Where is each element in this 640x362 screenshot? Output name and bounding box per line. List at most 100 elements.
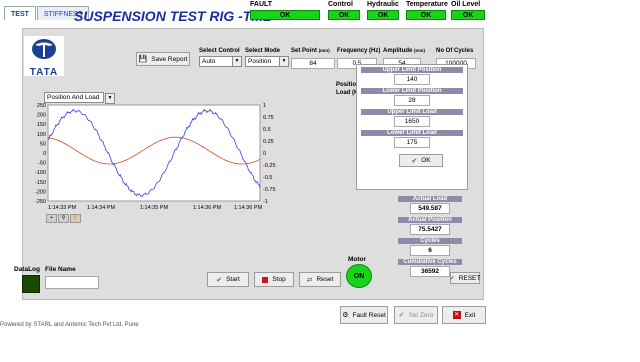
y-left-tick-label: 150	[37, 122, 46, 128]
actual-load-value: 549.587	[410, 203, 450, 214]
position-load-chart: 250 200 150 100 50 0 -50 -100 -150 -200 -250 1 0.75…	[35, 103, 276, 211]
pan-icon[interactable]: ✋	[70, 214, 81, 223]
y-right-tick-label: -0.25	[263, 163, 276, 169]
cumulative-cycles-label: Cumulative Cycles	[398, 259, 462, 265]
temperature-status: Temperature OK	[406, 1, 448, 20]
x-tick-label: 1:14:36 PM	[193, 205, 222, 211]
checkmark-icon: ✔	[216, 276, 223, 284]
cycles-value: 6	[410, 245, 450, 256]
cycles-setting-label: No Of Cycles	[436, 48, 474, 54]
set-point-field[interactable]: 84	[291, 58, 335, 69]
x-tick-label: 1:14:35 PM	[140, 205, 169, 211]
select-mode-dropdown[interactable]: Position ▼	[245, 56, 289, 67]
motor-label: Motor	[348, 256, 367, 263]
actual-load-label: Actual Load	[398, 196, 462, 202]
y-left-tick-label: -100	[35, 170, 46, 176]
y-left-tick-label: -50	[38, 161, 46, 167]
lower-load-label: Lower Limit Load	[361, 130, 463, 136]
y-right-tick-label: 1	[263, 103, 266, 109]
cumulative-cycles-value: 36592	[410, 266, 450, 277]
stop-icon	[262, 276, 269, 283]
start-button[interactable]: ✔ Start	[207, 272, 249, 287]
tata-emblem-icon	[32, 39, 56, 59]
amplitude-label: Amplitude (mm)	[383, 48, 425, 54]
y-right-tick-label: 0.25	[263, 139, 274, 145]
stop-button[interactable]: Stop	[254, 272, 294, 287]
exit-button[interactable]: ✕ Exit	[442, 306, 486, 324]
cycles-reset-button[interactable]: ✔ RESET	[450, 272, 480, 284]
upper-load-label: Upper Limit Load	[361, 109, 463, 115]
logo-text: TATA	[29, 67, 59, 78]
select-control-value: Auto	[202, 58, 216, 65]
reset-icon: ⇄	[306, 276, 313, 284]
checkmark-icon: ✔	[411, 157, 418, 165]
upper-position-field[interactable]: 140	[394, 74, 430, 85]
limits-ok-button[interactable]: ✔ OK	[399, 154, 443, 167]
actual-position-label: Actual Position	[398, 217, 462, 223]
set-zero-button[interactable]: ✔ Set Zero	[394, 306, 438, 324]
lower-position-field[interactable]: 28	[394, 95, 430, 106]
exit-label: Exit	[464, 311, 476, 319]
checkmark-icon: ✔	[449, 275, 455, 282]
y-right-tick-label: 0.75	[263, 115, 274, 121]
x-axis: 1:14:33 PM 1:14:34 PM 1:14:35 PM 1:14:36 PM…	[48, 205, 262, 211]
frequency-label: Frequency (Hz)	[337, 48, 381, 54]
temperature-indicator: OK	[406, 10, 446, 20]
close-icon: ✕	[452, 311, 461, 319]
actuals-panel: Actual Load 549.587 Actual Position 75.5…	[390, 196, 470, 279]
save-report-button[interactable]: 💾 Save Report	[136, 52, 190, 66]
hydraulic-label: Hydraulic	[367, 1, 399, 8]
lower-load-field[interactable]: 175	[394, 137, 430, 148]
fault-reset-icon: ⚙	[342, 312, 349, 319]
oil-level-status: Oil Level OK	[451, 1, 485, 20]
lower-position-label: Lower Limit Position	[361, 88, 463, 94]
start-label: Start	[226, 276, 240, 283]
y-right-tick-label: -1	[263, 199, 268, 205]
y-right-axis: 1 0.75 0.5 0.25 0 -0.25 -0.5 -0.75 -1	[263, 103, 276, 205]
temperature-label: Temperature	[406, 1, 448, 8]
x-tick-label: 1:14:33 PM	[48, 205, 77, 211]
y-right-tick-label: -0.5	[263, 175, 272, 181]
reset-label: Reset	[316, 276, 334, 283]
select-control-label: Select Control	[199, 48, 240, 54]
tab-test[interactable]: TEST	[4, 6, 36, 20]
upper-load-field[interactable]: 1650	[394, 116, 430, 127]
y-left-tick-label: -150	[35, 180, 46, 186]
cycles-reset-label: RESET	[458, 274, 481, 282]
actual-position-value: 75.5427	[410, 224, 450, 235]
crosshair-icon[interactable]: +	[46, 214, 57, 223]
hydraulic-indicator: OK	[367, 10, 399, 20]
fault-reset-label: Fault Reset	[352, 311, 386, 319]
y-left-tick-label: 0	[43, 151, 46, 157]
oil-level-indicator: OK	[451, 10, 485, 20]
limits-ok-label: OK	[421, 157, 431, 164]
y-left-tick-label: -250	[35, 199, 46, 205]
zoom-icon[interactable]: ⚲	[58, 214, 69, 223]
chart-toolbar: + ⚲ ✋	[46, 214, 81, 223]
fault-label: FAULT	[250, 1, 273, 8]
oil-level-label: Oil Level	[451, 1, 481, 8]
y-left-tick-label: -200	[35, 189, 46, 195]
datalog-label: DataLog	[14, 266, 40, 273]
set-zero-label: Set Zero	[408, 311, 434, 319]
y-right-tick-label: 0.5	[263, 127, 271, 133]
file-name-input[interactable]	[45, 276, 99, 289]
set-zero-icon: ✔	[398, 312, 405, 319]
reset-button[interactable]: ⇄ Reset	[299, 272, 341, 287]
chevron-down-icon: ▼	[232, 57, 241, 66]
amplitude-label-text: Amplitude	[383, 48, 413, 54]
select-mode-label: Select Mode	[245, 48, 281, 54]
amplitude-unit: (mm)	[414, 48, 426, 53]
motor-indicator[interactable]: ON	[346, 264, 372, 288]
x-tick-label: 1:14:34 PM	[87, 205, 116, 211]
fault-reset-button[interactable]: ⚙ Fault Reset	[340, 306, 388, 324]
select-control-dropdown[interactable]: Auto ▼	[199, 56, 242, 67]
stop-label: Stop	[272, 276, 286, 283]
y-left-tick-label: 50	[40, 141, 46, 147]
y-left-axis: 250 200 150 100 50 0 -50 -100 -150 -200 -250	[35, 103, 46, 205]
y-right-tick-label: -0.75	[263, 187, 276, 193]
select-mode-value: Position	[248, 58, 272, 65]
set-point-label: Set Point (mm)	[291, 48, 330, 54]
datalog-toggle[interactable]	[22, 275, 40, 293]
fault-status: FAULT OK	[250, 1, 320, 20]
